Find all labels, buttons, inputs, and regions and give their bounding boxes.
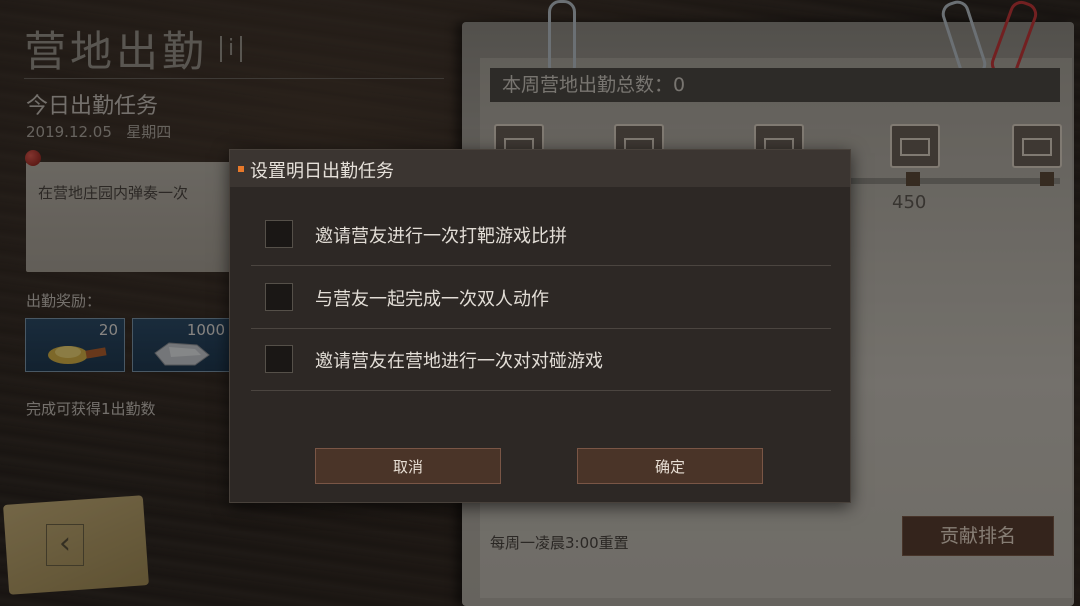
option-checkbox[interactable] bbox=[265, 220, 293, 248]
option-label: 邀请营友进行一次打靶游戏比拼 bbox=[315, 226, 567, 247]
dialog-header: 设置明日出勤任务 bbox=[230, 150, 850, 187]
cancel-button[interactable]: 取消 bbox=[315, 448, 501, 484]
option-label: 邀请营友在营地进行一次对对碰游戏 bbox=[315, 351, 603, 372]
option-checkbox[interactable] bbox=[265, 283, 293, 311]
task-option[interactable]: 与营友一起完成一次双人动作 bbox=[251, 266, 831, 329]
task-option[interactable]: 邀请营友进行一次打靶游戏比拼 bbox=[251, 203, 831, 266]
option-checkbox[interactable] bbox=[265, 345, 293, 373]
accent-marker bbox=[238, 166, 244, 172]
set-task-dialog: 设置明日出勤任务 邀请营友进行一次打靶游戏比拼 与营友一起完成一次双人动作 邀请… bbox=[229, 149, 851, 503]
dialog-title: 设置明日出勤任务 bbox=[250, 161, 394, 182]
task-option[interactable]: 邀请营友在营地进行一次对对碰游戏 bbox=[251, 328, 831, 391]
option-label: 与营友一起完成一次双人动作 bbox=[315, 289, 549, 310]
confirm-button[interactable]: 确定 bbox=[577, 448, 763, 484]
